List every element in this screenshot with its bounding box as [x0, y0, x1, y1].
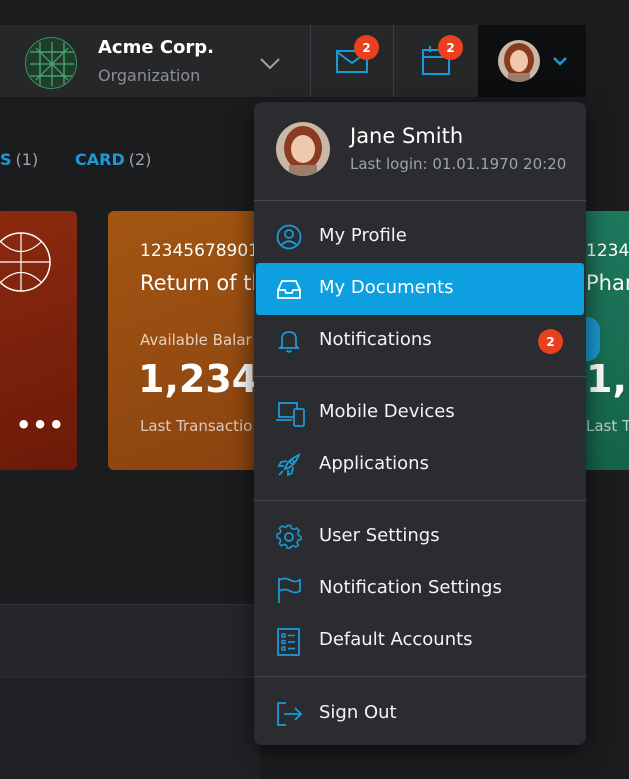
messages-badge: 2 [354, 35, 379, 60]
last-transaction-label: Last T [586, 417, 629, 435]
menu-item-notification-settings[interactable]: Notification Settings [256, 563, 584, 615]
rocket-icon [276, 452, 302, 478]
card-logo-icon [0, 231, 52, 293]
menu-item-mobile-devices[interactable]: Mobile Devices [256, 387, 584, 439]
menu-item-notifications[interactable]: Notifications 2 [256, 315, 584, 367]
menu-item-label: Notification Settings [319, 577, 502, 598]
sign-out-icon [276, 701, 303, 727]
menu-item-applications[interactable]: Applications [256, 439, 584, 491]
notifications-badge: 2 [538, 329, 563, 354]
chevron-down-icon[interactable] [256, 49, 284, 77]
card-number: 12345 [586, 241, 629, 261]
bell-icon [276, 328, 302, 354]
last-login: Last login: 01.01.1970 20:20 [350, 155, 567, 173]
divider [254, 376, 586, 377]
tab-count: (1) [15, 150, 39, 169]
balance-value: 1,2 [586, 357, 629, 401]
menu-item-default-accounts[interactable]: Default Accounts [256, 615, 584, 667]
menu-item-label: My Documents [319, 277, 454, 298]
tab-label: S [0, 150, 12, 169]
menu-item-my-profile[interactable]: My Profile [256, 211, 584, 263]
avatar [276, 122, 330, 176]
menu-item-label: Notifications [319, 329, 432, 350]
calendar-button[interactable]: 2 [393, 25, 477, 97]
organization-name[interactable]: Acme Corp. [98, 37, 214, 58]
gear-icon [276, 524, 302, 550]
divider [254, 200, 586, 201]
divider [254, 676, 586, 677]
devices-icon [276, 400, 305, 427]
tab-card[interactable]: CARD (2) [75, 150, 151, 169]
user-menu-dropdown: Jane Smith Last login: 01.01.1970 20:20 … [254, 102, 586, 745]
card-number: 12345678901 [140, 241, 259, 261]
divider [254, 500, 586, 501]
balance-label: Available Balar [140, 331, 252, 349]
last-transaction-label: Last Transactio [140, 417, 253, 435]
menu-item-label: User Settings [319, 525, 440, 546]
more-options-icon[interactable]: ••• [16, 411, 65, 439]
menu-item-label: Applications [319, 453, 429, 474]
menu-item-user-settings[interactable]: User Settings [256, 511, 584, 563]
tab-label: CARD [75, 150, 125, 169]
inbox-icon [276, 276, 302, 302]
card-name: Pharr [586, 271, 629, 295]
avatar [498, 40, 540, 82]
tab-count: (2) [128, 150, 152, 169]
content-panel [0, 679, 260, 779]
account-card[interactable]: 12345678901 Return of th Available Balar… [108, 211, 278, 470]
calendar-badge: 2 [438, 35, 463, 60]
menu-item-label: Mobile Devices [319, 401, 455, 422]
menu-item-label: My Profile [319, 225, 407, 246]
organization-logo [25, 37, 77, 89]
user-circle-icon [276, 224, 302, 250]
user-menu-button[interactable] [478, 25, 586, 97]
organization-subtitle: Organization [98, 66, 201, 85]
messages-button[interactable]: 2 [310, 25, 393, 97]
menu-item-my-documents[interactable]: My Documents [256, 263, 584, 315]
tab-accounts[interactable]: S (1) [0, 150, 38, 169]
account-card[interactable]: ••• [0, 211, 77, 470]
menu-item-label: Default Accounts [319, 629, 473, 650]
menu-item-label: Sign Out [319, 702, 397, 723]
card-name: Return of th [140, 271, 265, 295]
content-panel [0, 604, 260, 678]
checklist-icon [276, 628, 302, 656]
chevron-down-icon [550, 51, 570, 71]
top-bar: Acme Corp. Organization 2 2 [0, 25, 586, 97]
menu-item-sign-out[interactable]: Sign Out [256, 688, 584, 740]
user-name: Jane Smith [350, 124, 464, 148]
flag-icon [276, 576, 302, 603]
